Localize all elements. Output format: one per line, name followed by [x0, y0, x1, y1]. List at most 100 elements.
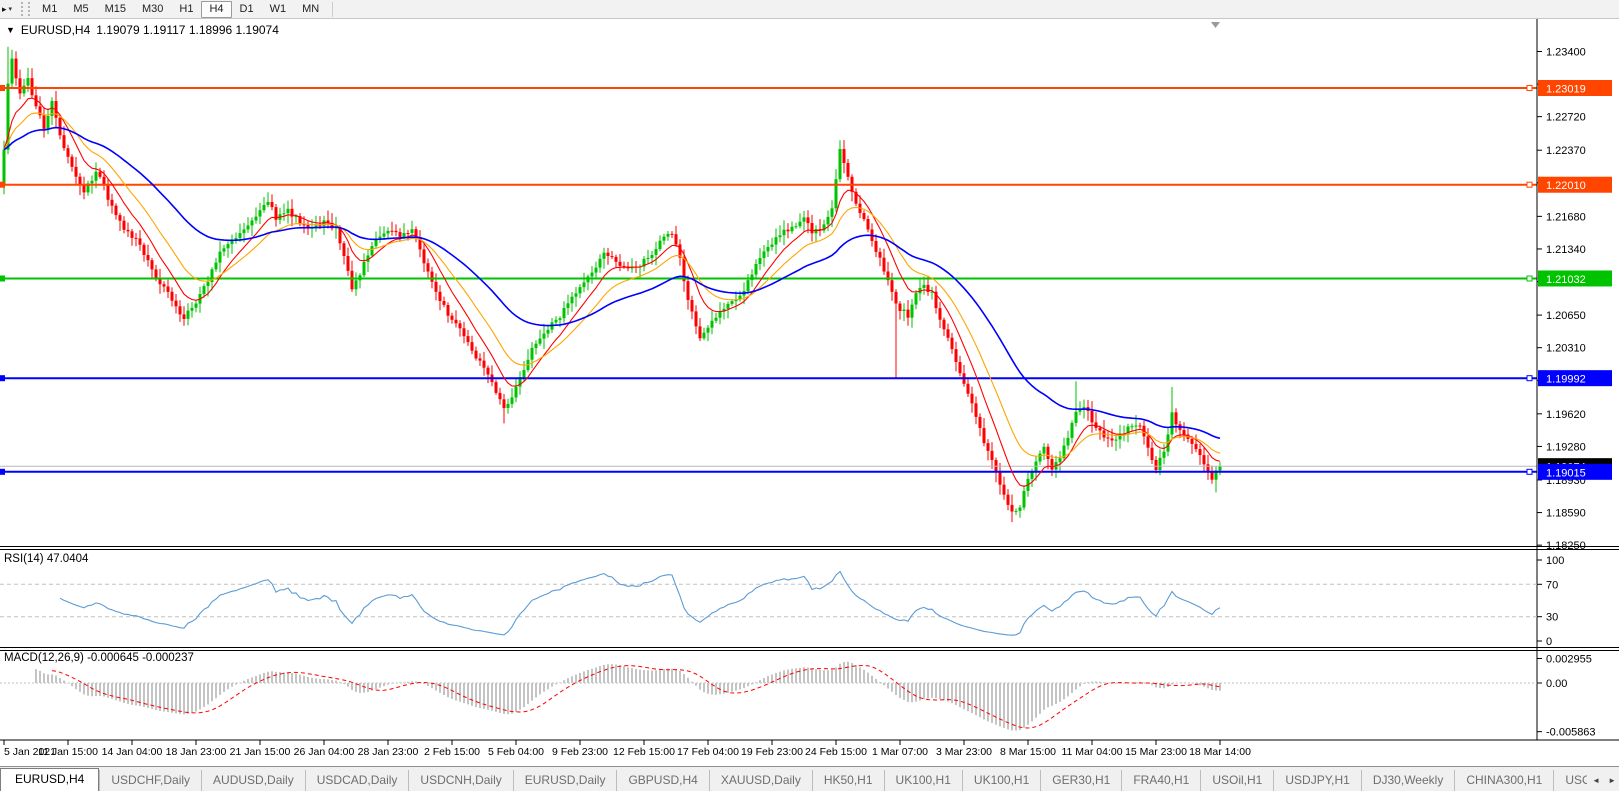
timeframe-button-m30[interactable]: M30: [134, 1, 171, 18]
candle-body: [223, 248, 226, 251]
timeframe-button-h4[interactable]: H4: [201, 1, 231, 18]
chart-tab-xauusd-daily[interactable]: XAUUSD,Daily: [709, 770, 812, 791]
candle-body: [1051, 459, 1054, 470]
rsi-indicator-label: RSI(14) 47.0404: [4, 553, 88, 565]
tab-scroll-left-icon[interactable]: ◄: [1589, 770, 1603, 791]
candle-body: [1155, 460, 1158, 470]
timeframe-button-m15[interactable]: M15: [97, 1, 134, 18]
candle-body: [243, 229, 246, 233]
candle-body: [475, 351, 478, 359]
candle-body: [263, 205, 266, 210]
timeframe-button-d1[interactable]: D1: [232, 1, 262, 18]
chart-symbol-label: EURUSD,H4: [21, 23, 90, 37]
candle-body: [863, 213, 866, 219]
toolbar-grip[interactable]: [21, 2, 30, 16]
chart-tab-usdcad-daily[interactable]: USDCAD,Daily: [305, 770, 409, 791]
moving-average-18: [4, 113, 1220, 458]
timeframe-button-m1[interactable]: M1: [34, 1, 65, 18]
timeframe-button-m5[interactable]: M5: [65, 1, 96, 18]
time-tick-label: 5 Feb 04:00: [488, 746, 544, 758]
pointer-icon[interactable]: ▸: [0, 0, 9, 18]
candle-body: [83, 185, 86, 193]
candle-body: [255, 217, 258, 221]
candle-body: [403, 233, 406, 237]
chart-tab-eurusd-daily[interactable]: EURUSD,Daily: [513, 770, 617, 791]
hline-left-handle[interactable]: [0, 85, 5, 91]
chart-tab-hk50-h1[interactable]: HK50,H1: [812, 770, 884, 791]
candle-body: [1047, 447, 1050, 459]
hline-right-handle[interactable]: [1527, 182, 1532, 187]
price-tick-label: 1.21340: [1546, 244, 1586, 256]
hline-right-handle[interactable]: [1527, 276, 1532, 281]
candle-body: [459, 323, 462, 328]
hline-left-handle[interactable]: [0, 182, 5, 188]
candle-body: [883, 258, 886, 272]
candle-body: [983, 428, 986, 443]
candle-body: [719, 312, 722, 318]
candle-body: [1023, 491, 1026, 508]
candle-body: [115, 206, 118, 215]
candle-body: [539, 339, 542, 344]
candle-body: [431, 272, 434, 282]
candle-body: [191, 308, 194, 311]
timeframe-button-h1[interactable]: H1: [171, 1, 201, 18]
time-tick-label: 26 Jan 04:00: [294, 746, 355, 758]
time-tick-label: 12 Feb 15:00: [613, 746, 675, 758]
candle-body: [511, 397, 514, 404]
timeframe-toolbar: ▸ ▾ M1M5M15M30H1H4D1W1MN: [0, 0, 1619, 19]
candle-body: [707, 328, 710, 333]
candle-body: [467, 336, 470, 342]
chart-canvas[interactable]: 1.234001.230601.227201.223701.220301.216…: [0, 19, 1619, 766]
chart-tab-dj30-weekly[interactable]: DJ30,Weekly: [1361, 770, 1454, 791]
chart-tab-usdjpy-h1[interactable]: USDJPY,H1: [1273, 770, 1360, 791]
chart-tab-usdcnh-daily[interactable]: USDCNH,Daily: [408, 770, 512, 791]
tab-scroll-right-icon[interactable]: ►: [1605, 770, 1619, 791]
price-tick-label: 1.18590: [1546, 508, 1586, 520]
candle-body: [939, 308, 942, 320]
timeframe-button-mn[interactable]: MN: [294, 1, 327, 18]
chart-tab-audusd-daily[interactable]: AUDUSD,Daily: [201, 770, 305, 791]
chart-collapse-icon[interactable]: ▼: [6, 25, 15, 35]
hline-right-handle[interactable]: [1527, 469, 1532, 474]
chart-tab-gbpusd-h4[interactable]: GBPUSD,H4: [616, 770, 708, 791]
candle-body: [319, 226, 322, 227]
hline-left-handle[interactable]: [0, 375, 5, 381]
candle-body: [383, 234, 386, 237]
candle-body: [831, 208, 834, 217]
chart-tab-uk100-h1[interactable]: UK100,H1: [884, 770, 962, 791]
hline-left-handle[interactable]: [0, 469, 5, 475]
chart-tab-usdchf-daily[interactable]: USDCHF,Daily: [99, 770, 201, 791]
candle-body: [423, 249, 426, 263]
candle-body: [555, 320, 558, 323]
chart-tab-ger30-h1[interactable]: GER30,H1: [1040, 770, 1121, 791]
macd-indicator-label: MACD(12,26,9) -0.000645 -0.000237: [4, 652, 194, 664]
chart-tab-china300-h1[interactable]: CHINA300,H1: [1454, 770, 1553, 791]
chart-tab-uk100-h1[interactable]: UK100,H1: [962, 770, 1040, 791]
candle-body: [775, 237, 778, 244]
chart-tab-usoil-h1[interactable]: USOil,H1: [1200, 770, 1273, 791]
candle-body: [783, 230, 786, 236]
time-tick-label: 24 Feb 15:00: [805, 746, 867, 758]
dropdown-caret-icon[interactable]: ▾: [9, 5, 16, 13]
timeframe-button-w1[interactable]: W1: [262, 1, 295, 18]
hline-right-handle[interactable]: [1527, 86, 1532, 91]
candle-body: [1135, 426, 1138, 427]
candle-body: [663, 237, 666, 241]
chart-tab-eurusd-h4[interactable]: EURUSD,H4: [0, 768, 99, 791]
candle-body: [167, 287, 170, 292]
candle-body: [895, 292, 898, 304]
candle-body: [251, 221, 254, 226]
hline-right-handle[interactable]: [1527, 376, 1532, 381]
rsi-tick-label: 100: [1546, 555, 1564, 567]
time-tick-label: 11 Jan 15:00: [38, 746, 98, 758]
candle-body: [271, 202, 274, 207]
price-tick-label: 1.20650: [1546, 310, 1586, 322]
candle-body: [591, 273, 594, 277]
chart-tab-fra40-h1[interactable]: FRA40,H1: [1121, 770, 1200, 791]
hline-left-handle[interactable]: [0, 276, 5, 282]
candle-body: [899, 304, 902, 311]
candle-body: [19, 78, 22, 93]
chart-tab-usoil[interactable]: USOil: [1553, 770, 1587, 791]
candle-body: [1003, 485, 1006, 495]
chart-shift-marker[interactable]: [1211, 22, 1220, 28]
